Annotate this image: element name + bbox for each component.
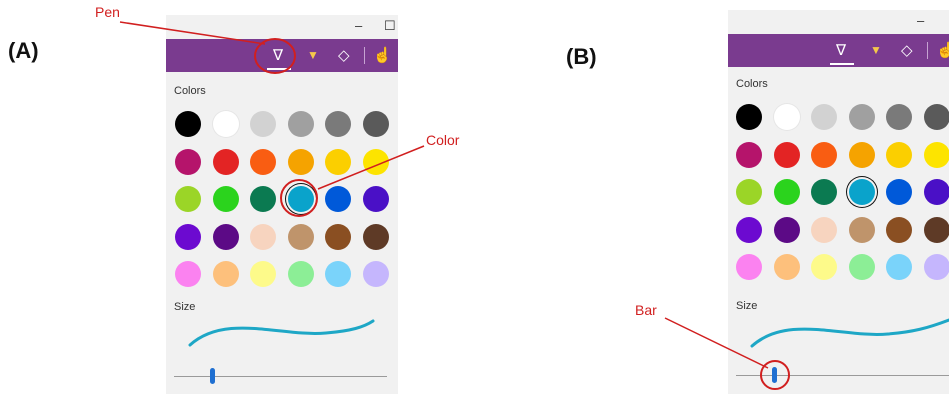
bar-callout-line <box>664 317 769 369</box>
color-callout-line <box>317 145 425 190</box>
color-callout-circle <box>280 179 318 217</box>
annotation-overlay <box>119 21 790 390</box>
pen-callout-line <box>119 21 266 45</box>
pen-callout-label: Pen <box>95 4 120 20</box>
bar-callout-circle <box>760 360 790 390</box>
bar-callout-label: Bar <box>635 302 657 318</box>
pen-callout-circle <box>254 38 296 74</box>
color-callout-label: Color <box>426 132 460 148</box>
